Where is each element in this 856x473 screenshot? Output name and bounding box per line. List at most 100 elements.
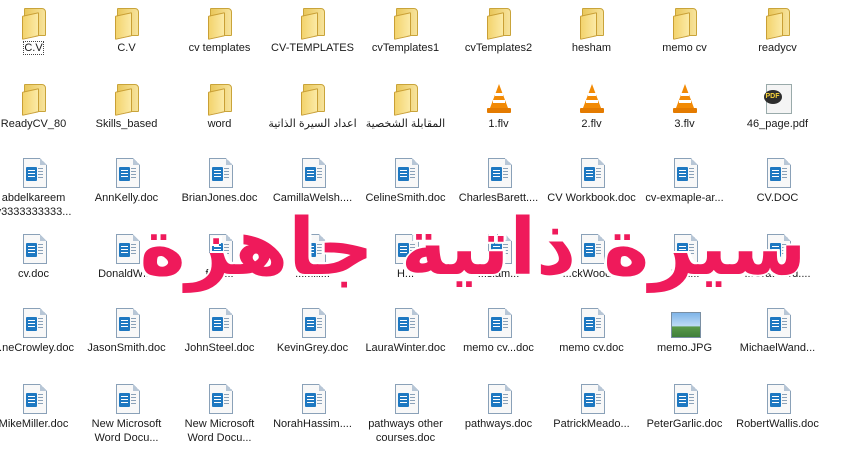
- file-label-text: New Microsoft Word Docu...: [91, 418, 162, 444]
- folder-icon: [21, 84, 46, 116]
- file-label-text: PatrickMeado...: [553, 418, 630, 430]
- file-label: New Microsoft Word Docu...: [80, 417, 173, 445]
- vlc-cone-icon: [672, 84, 697, 114]
- file-label: JasonSmith.doc: [80, 341, 173, 355]
- doc-icon: [394, 384, 419, 414]
- doc-icon: [766, 158, 791, 188]
- file-label: LauraWinter.doc: [359, 341, 452, 355]
- file-label: RobertWallis.doc: [731, 417, 824, 431]
- file-label: CV-TEMPLATES: [266, 41, 359, 55]
- file-label-text: 3.flv: [674, 118, 695, 130]
- file-label-text: 46_page.pdf: [746, 118, 809, 130]
- file-label-text: CV-TEMPLATES: [271, 42, 354, 54]
- file-label-text: MichaelWand...: [739, 342, 816, 354]
- file-label-text: word: [207, 118, 232, 130]
- doc-icon: [487, 308, 512, 338]
- file-label: ...neCrowley.doc: [0, 341, 80, 355]
- folder-icon: [114, 8, 139, 40]
- vlc-cone-icon: [579, 84, 604, 114]
- file-label-text: 1.flv: [488, 118, 509, 130]
- doc-icon: [766, 308, 791, 338]
- file-label-text: C.V: [117, 42, 136, 54]
- file-label-text: LauraWinter.doc: [365, 342, 446, 354]
- file-label-text: memo.JPG: [656, 342, 712, 354]
- file-label: MichaelWand...: [731, 341, 824, 355]
- file-label-text: JasonSmith.doc: [87, 342, 166, 354]
- file-label: Skills_based: [80, 117, 173, 131]
- doc-icon: [115, 158, 140, 188]
- file-label: 1.flv: [452, 117, 545, 131]
- file-label: ReadyCV_80: [0, 117, 80, 131]
- file-label: memo cv.doc: [545, 341, 638, 355]
- file-label-text: JohnSteel.doc: [184, 342, 255, 354]
- file-label: PatrickMeado...: [545, 417, 638, 431]
- file-label-text: cv templates: [188, 42, 251, 54]
- folder-icon: [114, 84, 139, 116]
- pdf-icon: PDF: [763, 84, 792, 114]
- file-label: hesham: [545, 41, 638, 55]
- doc-icon: [394, 158, 419, 188]
- doc-icon: [115, 308, 140, 338]
- doc-icon: [301, 384, 326, 414]
- file-label: cv templates: [173, 41, 266, 55]
- file-label: JohnSteel.doc: [173, 341, 266, 355]
- file-label: NorahHassim....: [266, 417, 359, 431]
- folder-icon: [21, 8, 46, 40]
- file-label: memo.JPG: [638, 341, 731, 355]
- file-label-text: abdelkareem v3333333333...: [0, 192, 72, 218]
- file-label-text: pathways other courses.doc: [368, 418, 443, 444]
- doc-icon: [22, 234, 47, 264]
- file-label: cv.doc: [0, 267, 80, 281]
- image-icon: [670, 312, 701, 338]
- file-label: abdelkareem v3333333333...: [0, 191, 80, 219]
- file-label-text: pathways.doc: [464, 418, 533, 430]
- file-label: 46_page.pdf: [731, 117, 824, 131]
- file-label-text: C.V: [23, 41, 44, 55]
- doc-icon: [394, 308, 419, 338]
- doc-icon: [580, 384, 605, 414]
- file-label: word: [173, 117, 266, 131]
- file-label-text: cv.doc: [18, 268, 49, 280]
- doc-icon: [208, 308, 233, 338]
- file-label-text: cvTemplates2: [464, 42, 533, 54]
- file-label: المقابلة الشخصية: [359, 117, 452, 131]
- file-label: readycv: [731, 41, 824, 55]
- folder-icon: [765, 8, 790, 40]
- file-label: C.V: [0, 41, 80, 55]
- doc-icon: [580, 158, 605, 188]
- folder-icon: [207, 84, 232, 116]
- file-label-text: 2.flv: [581, 118, 602, 130]
- doc-icon: [22, 384, 47, 414]
- file-label: pathways other courses.doc: [359, 417, 452, 445]
- folder-icon: [393, 84, 418, 116]
- doc-icon: [208, 384, 233, 414]
- file-label-text: MikeMiller.doc: [0, 418, 69, 430]
- file-label-text: RobertWallis.doc: [736, 418, 819, 430]
- file-label: MikeMiller.doc: [0, 417, 80, 431]
- file-label-text: Skills_based: [95, 118, 158, 130]
- file-label: cvTemplates1: [359, 41, 452, 55]
- file-label: اعداد السيرة الذاتية: [266, 117, 359, 131]
- file-label-text: اعداد السيرة الذاتية: [268, 118, 357, 130]
- folder-icon: [393, 8, 418, 40]
- file-label-text: memo cv...doc: [463, 342, 534, 354]
- file-label-text: cvTemplates1: [371, 42, 440, 54]
- file-label-text: المقابلة الشخصية: [365, 118, 446, 130]
- file-label: 3.flv: [638, 117, 731, 131]
- file-label: KevinGrey.doc: [266, 341, 359, 355]
- doc-icon: [487, 384, 512, 414]
- file-label-text: memo cv: [662, 42, 707, 54]
- file-label-text: New Microsoft Word Docu...: [184, 418, 255, 444]
- doc-icon: [673, 158, 698, 188]
- file-label-text: PeterGarlic.doc: [646, 418, 723, 430]
- file-label-text: NorahHassim....: [273, 418, 352, 430]
- doc-icon: [487, 158, 512, 188]
- file-label-text: memo cv.doc: [559, 342, 624, 354]
- file-label-text: ...neCrowley.doc: [0, 342, 75, 354]
- doc-icon: [580, 308, 605, 338]
- doc-icon: [115, 384, 140, 414]
- file-label: pathways.doc: [452, 417, 545, 431]
- doc-icon: [301, 308, 326, 338]
- file-label-text: hesham: [571, 42, 612, 54]
- folder-icon: [579, 8, 604, 40]
